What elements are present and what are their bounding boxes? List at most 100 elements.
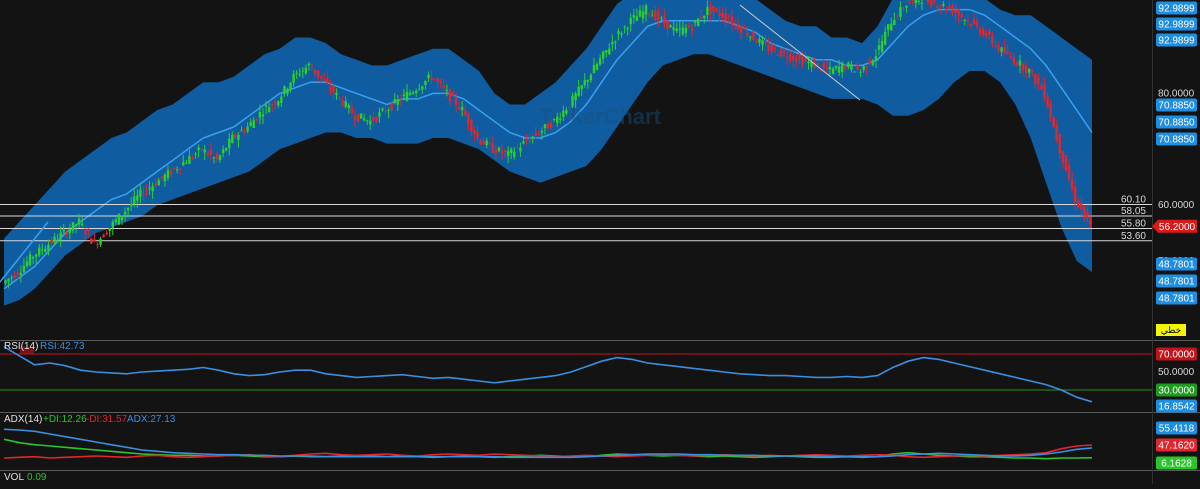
candle-body bbox=[62, 229, 65, 232]
candle-body bbox=[439, 81, 442, 84]
candle-body bbox=[243, 131, 246, 133]
price-badge-middle: 70.8850 bbox=[1156, 115, 1197, 129]
candle-body bbox=[678, 28, 681, 30]
price-tick-label: 80.0000 bbox=[1158, 88, 1195, 99]
candle-body bbox=[323, 79, 326, 81]
candle-body bbox=[175, 169, 179, 171]
candle-body bbox=[703, 15, 706, 19]
candle-body bbox=[1031, 70, 1034, 72]
candle-body bbox=[258, 111, 262, 118]
candle-body bbox=[985, 33, 988, 37]
candle-body bbox=[620, 33, 623, 35]
candle-body bbox=[71, 222, 75, 231]
candle-body bbox=[1058, 134, 1062, 154]
candle-body bbox=[117, 213, 121, 225]
candle-body bbox=[718, 12, 721, 17]
candle-body bbox=[381, 108, 384, 111]
candle-body bbox=[675, 28, 678, 32]
candle-body bbox=[326, 78, 329, 83]
candle-body bbox=[1021, 63, 1025, 71]
candle-body bbox=[779, 48, 783, 57]
hline-label: 60.10 bbox=[1121, 194, 1146, 205]
candle-body bbox=[102, 234, 105, 238]
drawing-tool-badge: خطي bbox=[1156, 324, 1186, 336]
price-badge-lower-text: 48.7801 bbox=[1158, 260, 1195, 271]
candle-body bbox=[997, 45, 1000, 51]
candle-body bbox=[341, 100, 344, 106]
chart-root: TickerChart 60.10 58.05 55.80 53.60 50.0000… bbox=[0, 0, 1200, 484]
candle-body bbox=[470, 119, 473, 132]
candle-body bbox=[448, 89, 452, 102]
candle-body bbox=[1027, 69, 1031, 73]
candle-body bbox=[1000, 47, 1003, 52]
candle-body bbox=[724, 13, 727, 21]
candle-body bbox=[418, 89, 421, 91]
adx-value-label: ADX:27.13 bbox=[127, 414, 176, 425]
candle-body bbox=[482, 141, 485, 145]
candle-body bbox=[1043, 84, 1046, 98]
candle-body bbox=[369, 120, 372, 125]
candle-body bbox=[644, 5, 648, 15]
candle-body bbox=[68, 229, 72, 234]
candle-body bbox=[16, 272, 19, 276]
candle-body bbox=[1012, 57, 1016, 64]
candle-body bbox=[936, 6, 939, 8]
candle-body bbox=[264, 105, 268, 108]
candle-body bbox=[647, 13, 651, 15]
candle-body bbox=[1067, 165, 1071, 180]
candle-body bbox=[10, 277, 13, 279]
candle-body bbox=[169, 170, 173, 175]
candle-body bbox=[218, 155, 222, 160]
candle-body bbox=[332, 85, 335, 94]
candle-body bbox=[690, 28, 694, 31]
candle-body bbox=[126, 207, 130, 211]
candle-body bbox=[932, 0, 936, 3]
candle-body bbox=[908, 2, 911, 4]
candle-body bbox=[65, 232, 69, 235]
candle-body bbox=[415, 90, 418, 94]
price-badge-upper-text: 92.9899 bbox=[1158, 4, 1195, 15]
candle-body bbox=[301, 70, 305, 72]
candle-body bbox=[831, 68, 835, 74]
candle-body bbox=[310, 68, 314, 70]
candle-body bbox=[730, 15, 734, 25]
candle-body bbox=[185, 162, 188, 164]
candle-body bbox=[179, 168, 182, 170]
candle-body bbox=[359, 113, 363, 119]
candle-body bbox=[1006, 51, 1009, 53]
candle-body bbox=[473, 130, 476, 135]
candle-body bbox=[902, 8, 905, 10]
candle bbox=[696, 17, 700, 27]
candle-body bbox=[154, 183, 157, 186]
price-badge-lower-text: 48.7801 bbox=[1158, 277, 1195, 288]
candle-body bbox=[442, 85, 445, 88]
rsi-value-label: RSI:42.73 bbox=[40, 341, 85, 352]
chart-canvas[interactable]: TickerChart 60.1058.0555.8053.60 50.0000… bbox=[0, 0, 1200, 484]
price-badge-middle-text: 70.8850 bbox=[1158, 101, 1195, 112]
last-price-text: 56.2000 bbox=[1159, 222, 1196, 233]
candle-body bbox=[914, 0, 917, 4]
candle-body bbox=[853, 71, 856, 73]
last-price-badge: 56.2000 bbox=[1152, 219, 1197, 233]
candle-body bbox=[1046, 96, 1049, 108]
candle-body bbox=[920, 2, 924, 4]
candle-body bbox=[163, 174, 167, 182]
hline-label: 55.80 bbox=[1121, 219, 1146, 230]
price-badge-middle-text: 70.8850 bbox=[1158, 118, 1195, 129]
candle-body bbox=[850, 64, 853, 70]
candle-body bbox=[516, 147, 519, 149]
price-badge-upper-text: 92.9899 bbox=[1158, 36, 1195, 47]
candle-body bbox=[562, 110, 565, 117]
candle bbox=[752, 30, 755, 41]
candle-body bbox=[289, 82, 292, 90]
candle-body bbox=[295, 72, 298, 74]
candle-body bbox=[742, 27, 746, 29]
candle-body bbox=[651, 15, 654, 17]
candle-body bbox=[188, 156, 191, 164]
candle-body bbox=[896, 16, 899, 18]
candle-body bbox=[1070, 179, 1074, 189]
candle-body bbox=[1073, 186, 1077, 203]
candle-body bbox=[240, 130, 243, 132]
candle-body bbox=[951, 5, 954, 13]
candle-body bbox=[445, 90, 449, 92]
